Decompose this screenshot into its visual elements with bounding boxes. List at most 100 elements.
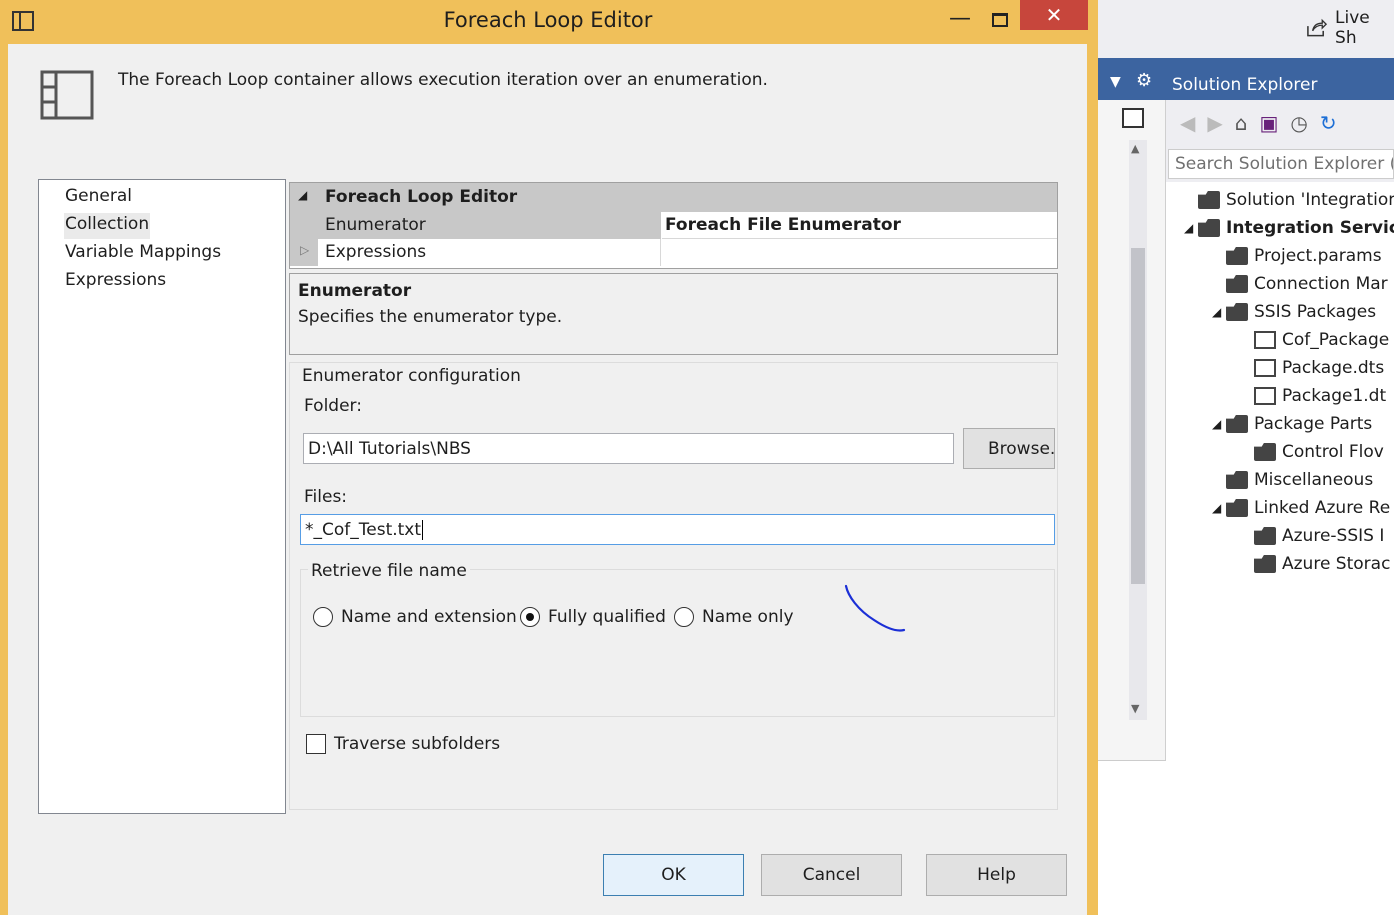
folder-icon <box>1254 555 1276 573</box>
tree-item[interactable]: Control Flov <box>1240 438 1384 466</box>
collapse-arrow-icon[interactable]: ◢ <box>298 188 307 202</box>
radio-fully-qualified[interactable]: Fully qualified <box>520 606 666 628</box>
grid-property-name: Expressions <box>325 242 427 262</box>
tree-item-label: Azure Storac <box>1282 554 1391 574</box>
expand-arrow-icon[interactable]: ◢ <box>1212 305 1226 319</box>
tree-item[interactable]: Package.dts <box>1240 354 1384 382</box>
share-icon <box>1307 18 1328 37</box>
live-share-label: Live Sh <box>1335 8 1370 48</box>
tree-item[interactable]: ◢ Linked Azure Re <box>1212 494 1390 522</box>
expand-arrow-icon[interactable]: ◢ <box>1212 501 1226 515</box>
files-input[interactable]: *_Cof_Test.txt <box>300 514 1055 545</box>
property-help-pane: Enumerator Specifies the enumerator type… <box>289 273 1058 355</box>
tree-item-label: Cof_Package <box>1282 330 1390 350</box>
live-share-button[interactable]: Live Sh <box>1306 8 1394 48</box>
foreach-loop-icon <box>40 70 94 120</box>
tree-item[interactable]: Cof_Package <box>1240 326 1389 354</box>
folder-icon <box>1254 527 1276 545</box>
folder-label: Folder: <box>304 396 362 416</box>
file-icon <box>1254 331 1276 349</box>
browse-button[interactable]: Browse... <box>963 428 1055 469</box>
tree-item[interactable]: Connection Mar <box>1212 270 1388 298</box>
ok-button[interactable]: OK <box>603 854 744 896</box>
tree-item-label: SSIS Packages <box>1254 302 1377 322</box>
folder-icon <box>1226 415 1248 433</box>
cancel-button[interactable]: Cancel <box>761 854 902 896</box>
file-icon <box>1254 359 1276 377</box>
grid-property-name: Enumerator <box>325 215 426 235</box>
grid-value-cell[interactable] <box>662 239 1057 266</box>
folder-icon <box>1226 303 1248 321</box>
solution-search-input[interactable]: Search Solution Explorer (Ct <box>1168 149 1394 179</box>
close-button[interactable]: ✕ <box>1020 0 1088 30</box>
scroll-up-icon[interactable]: ▲ <box>1131 142 1139 155</box>
files-value: *_Cof_Test.txt <box>305 520 422 540</box>
tree-item[interactable]: Azure-SSIS I <box>1240 522 1384 550</box>
tree-item-label: Control Flov <box>1282 442 1384 462</box>
home-icon[interactable]: ⌂ <box>1235 111 1248 135</box>
tree-item[interactable]: Package1.dt <box>1240 382 1386 410</box>
folder-icon <box>1226 275 1248 293</box>
tree-item-label: Linked Azure Re <box>1254 498 1391 518</box>
solution-explorer-toolbar: ◀ ▶ ⌂ ▣ ◷ ↻ <box>1166 100 1394 146</box>
folder-icon <box>1226 471 1248 489</box>
enumerator-value[interactable]: Foreach File Enumerator <box>665 215 901 235</box>
tree-item[interactable]: ◢ Package Parts <box>1212 410 1372 438</box>
dialog-description: The Foreach Loop container allows execut… <box>118 70 768 90</box>
folder-icon <box>1254 443 1276 461</box>
expand-arrow-icon[interactable]: ◢ <box>1212 417 1226 431</box>
help-button[interactable]: Help <box>926 854 1067 896</box>
maximize-button[interactable] <box>988 6 1012 36</box>
file-icon <box>1254 387 1276 405</box>
scroll-down-icon[interactable]: ▼ <box>1131 702 1139 715</box>
grid-category-label: Foreach Loop Editor <box>325 187 518 207</box>
tree-item-label: Package.dts <box>1282 358 1385 378</box>
tree-item-label: Azure-SSIS I <box>1282 526 1385 546</box>
solution-explorer-header: Solution Explorer <box>1166 70 1394 100</box>
radio-label: Name only <box>702 607 794 627</box>
expand-arrow-icon[interactable]: ▷ <box>300 243 309 257</box>
help-title: Enumerator <box>298 281 412 301</box>
tree-item[interactable]: ◢ SSIS Packages <box>1212 298 1376 326</box>
tree-item-label: Package Parts <box>1254 414 1373 434</box>
help-text: Specifies the enumerator type. <box>298 307 563 327</box>
tree-item[interactable]: Project.params <box>1212 242 1382 270</box>
traverse-subfolders-checkbox[interactable]: Traverse subfolders <box>306 733 500 755</box>
tree-item[interactable]: Solution 'Integration S <box>1184 186 1394 214</box>
gear-icon[interactable]: ⚙ <box>1136 70 1152 91</box>
tree-item-label: Miscellaneous <box>1254 470 1374 490</box>
radio-name-and-extension[interactable]: Name and extension <box>313 606 517 628</box>
files-label: Files: <box>304 487 348 507</box>
forward-icon[interactable]: ▶ <box>1207 111 1222 135</box>
group-title: Enumerator configuration <box>300 366 523 386</box>
text-caret <box>422 520 424 540</box>
nav-item-variable-mappings[interactable]: Variable Mappings <box>64 241 222 267</box>
dropdown-arrow-icon[interactable]: ▼ <box>1110 74 1121 90</box>
project-icon <box>1198 219 1220 237</box>
folder-input[interactable]: D:\All Tutorials\NBS <box>303 433 954 464</box>
radio-name-only[interactable]: Name only <box>674 606 794 628</box>
pending-changes-icon[interactable]: ◷ <box>1290 111 1307 135</box>
tree-item-label: Solution 'Integration S <box>1226 190 1394 210</box>
group-title: Retrieve file name <box>308 561 470 581</box>
expand-arrow-icon[interactable]: ◢ <box>1184 221 1198 235</box>
tree-item-label: Integration Servic <box>1226 218 1394 238</box>
properties-grid-icon[interactable] <box>1122 108 1144 128</box>
maximize-icon <box>992 13 1008 27</box>
property-grid: ◢ Foreach Loop Editor Enumerator Foreach… <box>289 182 1058 269</box>
nav-item-collection[interactable]: Collection <box>64 213 151 239</box>
checkbox-label: Traverse subfolders <box>334 734 501 754</box>
nav-item-expressions[interactable]: Expressions <box>64 269 167 295</box>
scrollbar-thumb[interactable] <box>1131 248 1145 584</box>
switch-views-icon[interactable]: ▣ <box>1259 111 1278 135</box>
tree-item[interactable]: ◢ Integration Servic <box>1184 214 1394 242</box>
sync-icon[interactable]: ↻ <box>1320 111 1337 135</box>
back-icon[interactable]: ◀ <box>1180 111 1195 135</box>
radio-selected-icon <box>520 607 540 627</box>
radio-label: Fully qualified <box>548 607 666 627</box>
tree-item[interactable]: Miscellaneous <box>1212 466 1373 494</box>
minimize-button[interactable]: — <box>948 6 972 36</box>
tree-item[interactable]: Azure Storac <box>1240 550 1390 578</box>
nav-item-general[interactable]: General <box>64 185 133 211</box>
retrieve-file-name-group <box>300 569 1055 717</box>
